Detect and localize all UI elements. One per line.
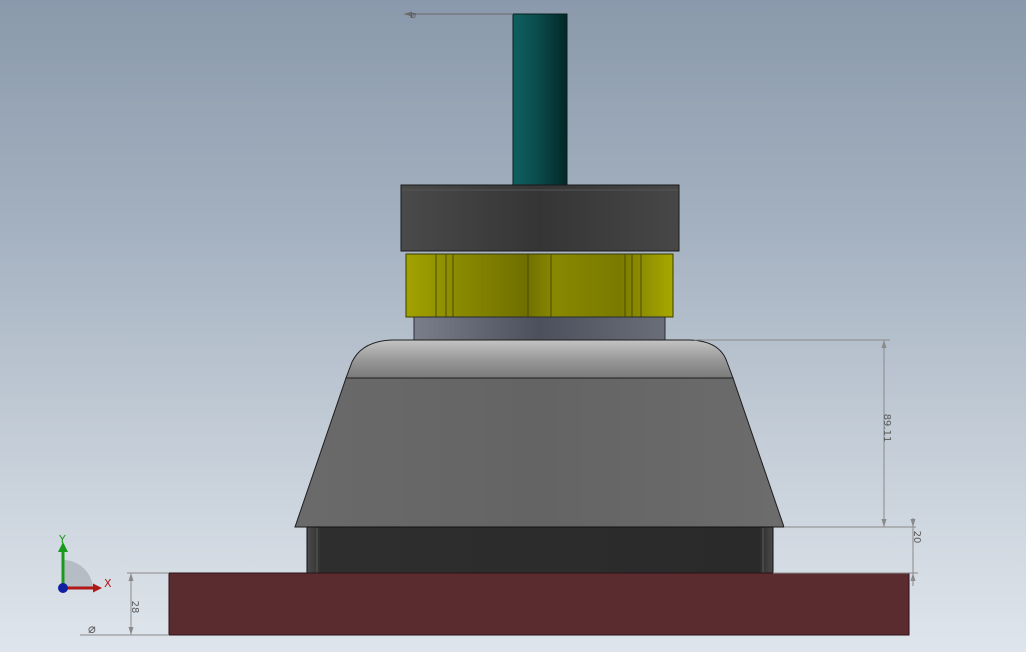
- x-axis-label: X: [104, 577, 112, 590]
- cap-ring-part[interactable]: [400, 184, 680, 252]
- housing-height-value: 89.11: [881, 414, 892, 443]
- bell-housing-part[interactable]: [294, 339, 785, 528]
- base-plate-part[interactable]: [168, 572, 910, 636]
- bottom-diameter-symbol[interactable]: ⌀: [88, 622, 96, 637]
- model-scene[interactable]: ⌀ 89.11 20 28 ⌀ Y X: [0, 0, 1026, 652]
- top-diameter-symbol[interactable]: ⌀: [410, 10, 416, 21]
- hex-nut-part[interactable]: [405, 253, 674, 318]
- cad-viewport[interactable]: ⌀ 89.11 20 28 ⌀ Y X: [0, 0, 1026, 652]
- spacer-collar-part[interactable]: [413, 316, 666, 342]
- z-axis-icon: [58, 583, 68, 593]
- y-axis-label: Y: [58, 533, 66, 546]
- coordinate-triad: Y X: [58, 533, 112, 593]
- lower-band-part[interactable]: [306, 526, 774, 574]
- top-diameter-leader: ⌀: [404, 10, 513, 21]
- plate-height-dimension[interactable]: 28 ⌀: [80, 572, 169, 637]
- shaft-part[interactable]: [512, 13, 568, 187]
- band-height-value: 20: [911, 531, 922, 544]
- plate-height-value: 28: [129, 601, 140, 614]
